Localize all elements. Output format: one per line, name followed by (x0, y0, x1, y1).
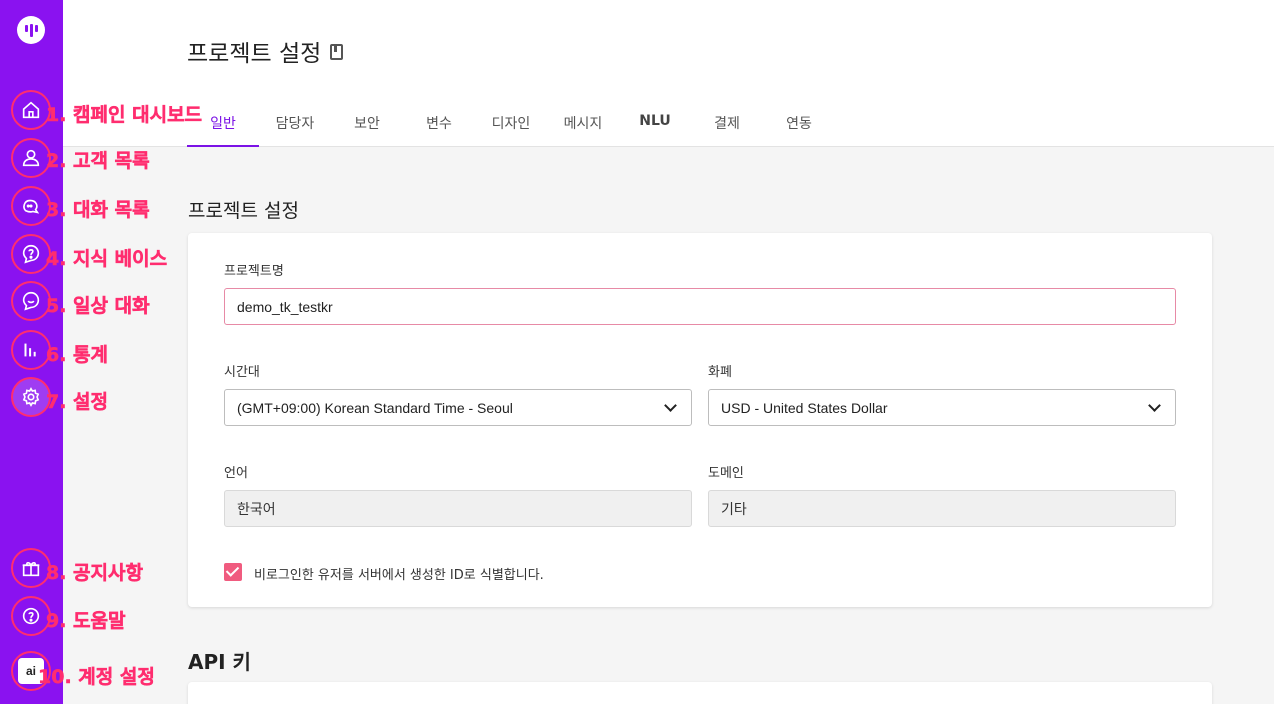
logo-bar (35, 25, 38, 32)
anonymous-user-id-checkbox[interactable] (224, 563, 242, 581)
user-icon (22, 149, 40, 167)
nav-campaign-dashboard[interactable] (11, 90, 51, 130)
project-name-label: 프로젝트명 (224, 264, 284, 279)
project-name-input[interactable]: demo_tk_testkr (224, 288, 1176, 325)
avatar-text: ai (25, 664, 36, 678)
project-settings-heading: 프로젝트 설정 (188, 200, 299, 222)
chevron-down-icon (1148, 398, 1161, 412)
smile-bubble-icon (22, 291, 40, 311)
tab-integration[interactable]: 연동 (763, 103, 835, 147)
anonymous-user-id-label: 비로그인한 유저를 서버에서 생성한 ID로 식별합니다. (254, 568, 544, 583)
logo-bar (30, 24, 33, 37)
api-key-heading: API 키 (188, 650, 251, 674)
nav-small-talk[interactable] (11, 281, 51, 321)
tab-security[interactable]: 보안 (331, 103, 403, 147)
timezone-label: 시간대 (224, 365, 260, 380)
tab-nlu[interactable]: NLU (619, 103, 691, 147)
logo-bar (25, 25, 28, 32)
page-title: 프로젝트 설정 (187, 41, 322, 67)
project-settings-card: 프로젝트명 demo_tk_testkr 시간대 (GMT+09:00) Kor… (188, 233, 1212, 607)
domain-field: 기타 (708, 490, 1176, 527)
question-bubble-icon (22, 244, 40, 264)
timezone-value: (GMT+09:00) Korean Standard Time - Seoul (237, 399, 513, 416)
currency-label: 화폐 (708, 365, 732, 380)
tab-billing[interactable]: 결제 (691, 103, 763, 147)
gift-icon (22, 562, 40, 577)
annotation-label: 10. 계정 설정 (38, 666, 155, 689)
language-label: 언어 (224, 466, 248, 481)
nav-knowledge-base[interactable] (11, 234, 51, 274)
currency-select[interactable]: USD - United States Dollar (708, 389, 1176, 426)
annotation-label: 5. 일상 대화 (46, 295, 150, 318)
tab-messages[interactable]: 메시지 (547, 103, 619, 147)
page-header: 프로젝트 설정 일반 담당자 보안 변수 디자인 메시지 NLU 결제 연동 (63, 0, 1274, 147)
gear-icon (22, 387, 40, 407)
annotation-label: 1. 캠페인 대시보드 (46, 104, 203, 127)
nav-settings[interactable] (11, 377, 51, 417)
currency-value: USD - United States Dollar (721, 399, 888, 416)
bar-chart-icon (24, 343, 36, 357)
annotation-label: 4. 지식 베이스 (46, 248, 168, 271)
settings-tabs: 일반 담당자 보안 변수 디자인 메시지 NLU 결제 연동 (187, 103, 835, 147)
annotation-label: 3. 대화 목록 (46, 199, 150, 222)
tab-managers[interactable]: 담당자 (259, 103, 331, 147)
chevron-down-icon (664, 398, 677, 412)
home-icon (22, 101, 40, 119)
bookmark-icon[interactable] (330, 44, 343, 60)
tab-design[interactable]: 디자인 (475, 103, 547, 147)
annotation-label: 7. 설정 (46, 391, 109, 414)
chat-icon (23, 199, 40, 214)
annotation-label: 2. 고객 목록 (46, 150, 150, 173)
nav-statistics[interactable] (11, 330, 51, 370)
nav-notices[interactable] (11, 548, 51, 588)
language-field: 한국어 (224, 490, 692, 527)
api-key-card (188, 682, 1212, 704)
nav-conversation-list[interactable] (11, 186, 51, 226)
timezone-select[interactable]: (GMT+09:00) Korean Standard Time - Seoul (224, 389, 692, 426)
help-icon (22, 607, 40, 625)
nav-help[interactable] (11, 596, 51, 636)
app-logo[interactable] (17, 16, 45, 44)
nav-customer-list[interactable] (11, 138, 51, 178)
annotation-label: 8. 공지사항 (46, 562, 143, 585)
annotation-label: 6. 통계 (46, 344, 109, 367)
annotation-label: 9. 도움말 (46, 610, 126, 633)
tab-variables[interactable]: 변수 (403, 103, 475, 147)
domain-label: 도메인 (708, 466, 744, 481)
